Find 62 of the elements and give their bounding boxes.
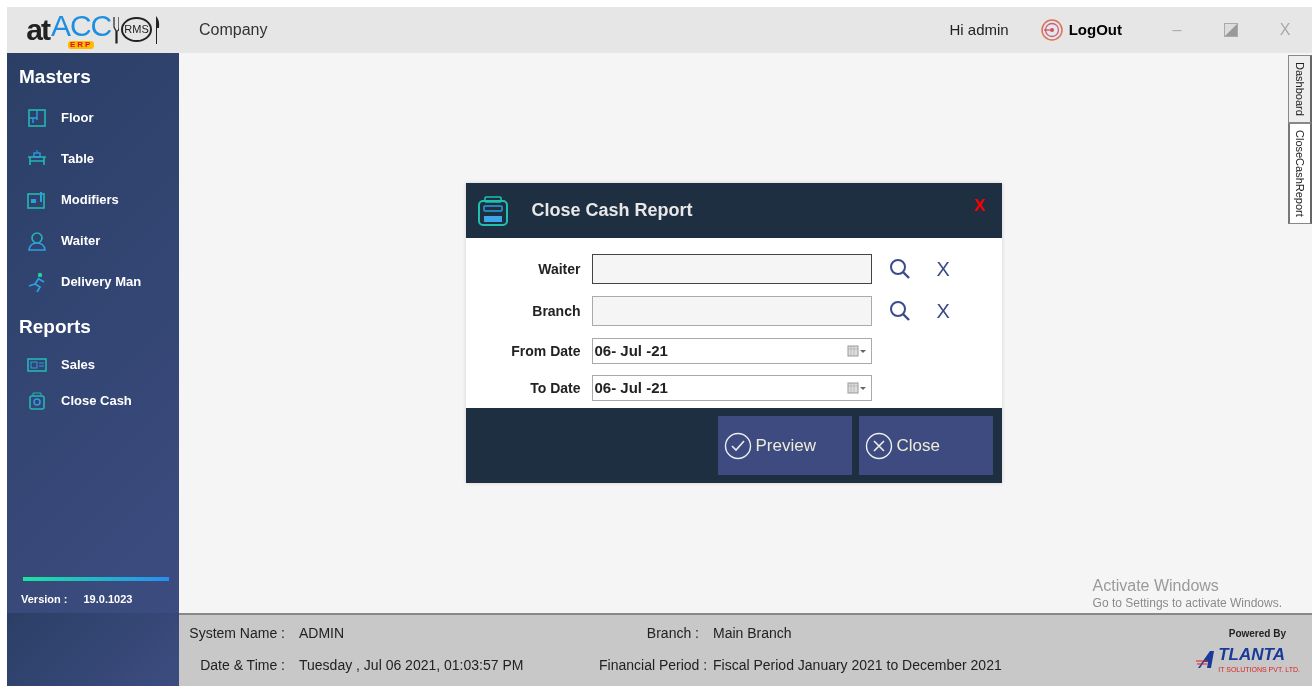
logo-text: ACC (50, 10, 112, 41)
maximize-icon (1224, 23, 1238, 37)
sidebar-item[interactable]: Sales (7, 347, 179, 383)
status-value: Tuesday , Jul 06 2021, 01:03:57 PM (299, 656, 525, 676)
status-label: System Name : (188, 623, 286, 643)
tab[interactable]: CloseCashReport (1288, 122, 1312, 224)
field-label: Branch (531, 301, 582, 321)
close-button[interactable]: Close (858, 416, 993, 475)
company-name: Company (199, 20, 268, 40)
activation-hint: Go to Settings to activate Windows. (1092, 596, 1282, 611)
sidebar-item[interactable]: Table (7, 138, 179, 180)
status-label: Financial Period : (599, 656, 709, 676)
preview-button[interactable]: Preview (717, 416, 852, 475)
sidebar-item[interactable]: Close Cash (7, 383, 179, 419)
status-value: Main Branch (713, 623, 793, 643)
logo-text: at (26, 15, 49, 45)
dialog-title: Close Cash Report (531, 199, 694, 222)
sidebar-item[interactable]: Waiter (7, 220, 179, 262)
status-value: Fiscal Period January 2021 to December 2021 (713, 656, 1003, 676)
field-label: Waiter (537, 259, 582, 279)
sidebar-item[interactable]: Delivery Man (7, 261, 179, 303)
sidebar-item[interactable]: Floor (7, 97, 179, 139)
calendar-dropdown-icon (846, 382, 867, 394)
section-heading: Reports (18, 314, 92, 339)
knife-icon (153, 15, 160, 45)
clear-button[interactable]: X (936, 259, 950, 279)
calendar-dropdown-icon (846, 345, 867, 357)
logo-badge: RMS (121, 17, 152, 43)
menu-item-icon (27, 391, 47, 411)
search-button[interactable] (888, 300, 911, 322)
logo-subtitle: ERP (67, 40, 95, 50)
fork-icon (113, 15, 120, 45)
date-field[interactable]: 06- Jul -21 (591, 375, 872, 401)
input-field[interactable] (591, 254, 872, 284)
menu-item-icon (27, 108, 47, 128)
logout-button[interactable]: LogOut (1040, 18, 1122, 42)
menu-item-icon (27, 190, 47, 210)
date-field[interactable]: 06- Jul -21 (591, 338, 872, 364)
status-label: Branch : (645, 623, 700, 643)
vendor-name: TLANTA (1218, 645, 1285, 664)
menu-item-icon (27, 272, 47, 292)
status-label: Date & Time : (199, 656, 286, 676)
input-field[interactable] (591, 296, 872, 326)
version-label: Version : (21, 591, 68, 607)
powered-by-text: Powered By (1228, 627, 1286, 641)
check-circle-icon (723, 431, 752, 460)
menu-item-icon (27, 231, 47, 251)
status-value: ADMIN (299, 623, 346, 643)
cash-register-icon (475, 194, 510, 227)
power-icon (1040, 19, 1063, 41)
activation-title: Activate Windows (1092, 576, 1220, 596)
greeting-text: Hi admin (949, 19, 1009, 40)
field-label: To Date (529, 378, 582, 398)
search-button[interactable] (888, 258, 911, 280)
sidebar-item[interactable]: Modifiers (7, 179, 179, 221)
menu-item-icon (27, 355, 47, 375)
section-heading: Masters (18, 65, 92, 89)
clear-button[interactable]: X (936, 301, 950, 321)
field-label: From Date (510, 341, 582, 361)
cross-circle-icon (864, 431, 893, 460)
tab[interactable]: Dashboard (1288, 55, 1312, 123)
version-number: 19.0.1023 (83, 591, 133, 607)
